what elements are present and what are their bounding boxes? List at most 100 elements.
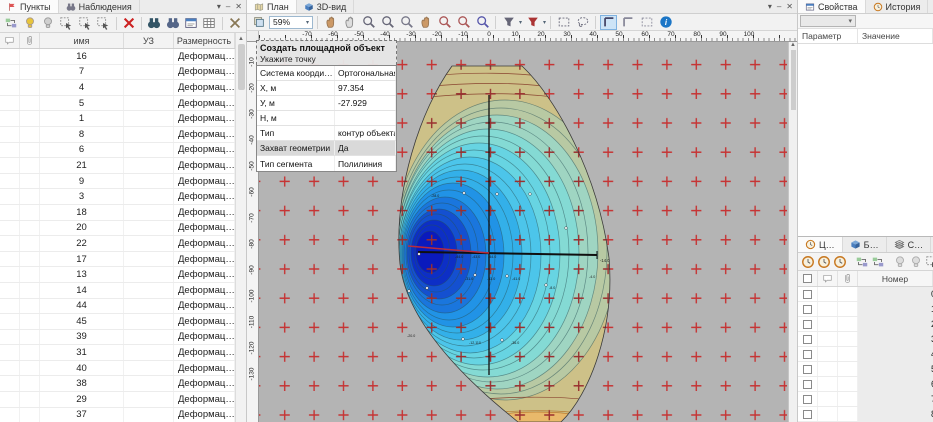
pan-hand-icon[interactable] bbox=[322, 15, 339, 30]
scroll-thumb[interactable] bbox=[238, 44, 245, 90]
column-header-dimension[interactable]: Размерность bbox=[174, 33, 235, 48]
minimize-button[interactable]: – bbox=[777, 2, 781, 11]
tab-history[interactable]: История bbox=[866, 0, 929, 13]
tab-plan[interactable]: План bbox=[247, 0, 297, 13]
column-header-parameter[interactable]: Параметр bbox=[798, 29, 858, 43]
tab-blocks[interactable]: Б… bbox=[843, 237, 887, 252]
table-row[interactable]: 45 Деформац… bbox=[0, 314, 235, 330]
select-cursor-icon[interactable] bbox=[95, 16, 111, 31]
table-row[interactable]: 8 Деформац… bbox=[0, 127, 235, 143]
table-row[interactable]: 20 Деформац… bbox=[0, 221, 235, 237]
frame-icon[interactable] bbox=[638, 15, 655, 30]
row-checkbox[interactable] bbox=[798, 407, 818, 421]
form-icon[interactable] bbox=[183, 16, 199, 31]
table-row[interactable]: 38 Деформац… bbox=[0, 376, 235, 392]
rect-select-icon[interactable] bbox=[555, 15, 572, 30]
filter-icon[interactable] bbox=[500, 15, 517, 30]
table-row[interactable]: 40 Деформац… bbox=[0, 361, 235, 377]
row-checkbox[interactable] bbox=[798, 287, 818, 301]
layers-icon[interactable] bbox=[250, 15, 267, 30]
table-row[interactable]: 18 Деформац… bbox=[0, 205, 235, 221]
column-header-name[interactable]: имя bbox=[40, 33, 124, 48]
cycle-row[interactable]: 2 bbox=[798, 317, 933, 332]
cycle-row[interactable]: 8 bbox=[798, 407, 933, 422]
popup-field-row[interactable]: Захват геометрии Да bbox=[257, 141, 396, 156]
tab-cycles[interactable]: Ц… bbox=[798, 237, 843, 252]
popup-field-value[interactable]: -27.929 bbox=[335, 96, 396, 110]
zoom-window-icon[interactable] bbox=[398, 15, 415, 30]
popup-field-row[interactable]: Система коорди… Ортогональная bbox=[257, 66, 396, 81]
clock-edit-icon[interactable] bbox=[817, 254, 831, 269]
ortho-mode-icon[interactable] bbox=[600, 15, 617, 30]
close-button[interactable]: ✕ bbox=[235, 2, 242, 11]
popup-field-row[interactable]: У, м -27.929 bbox=[257, 96, 396, 111]
table-row[interactable]: 22 Деформац… bbox=[0, 236, 235, 252]
table-row[interactable]: 6 Деформац… bbox=[0, 143, 235, 159]
table-row[interactable]: 31 Деформац… bbox=[0, 345, 235, 361]
select-add-icon[interactable] bbox=[925, 254, 933, 269]
table-row[interactable]: 16 Деформац… bbox=[0, 49, 235, 65]
table-row[interactable]: 14 Деформац… bbox=[0, 283, 235, 299]
row-checkbox[interactable] bbox=[798, 302, 818, 316]
cycle-row[interactable]: 1 bbox=[798, 302, 933, 317]
popup-field-row[interactable]: Тип сегмента Полилиния bbox=[257, 156, 396, 171]
paperclip-icon[interactable] bbox=[838, 271, 858, 286]
table-row[interactable]: 5 Деформац… bbox=[0, 96, 235, 112]
clock-add-icon[interactable] bbox=[801, 254, 815, 269]
info-icon[interactable] bbox=[657, 15, 674, 30]
cycle-row[interactable]: 6 bbox=[798, 377, 933, 392]
column-header-value[interactable]: Значение bbox=[858, 29, 933, 43]
popup-field-value[interactable]: контур объекта bbox=[335, 126, 396, 140]
bulb-on-icon[interactable] bbox=[21, 16, 37, 31]
bulb-off-icon[interactable] bbox=[40, 16, 56, 31]
angle-mode-icon[interactable] bbox=[619, 15, 636, 30]
cycle-row[interactable]: 5 bbox=[798, 362, 933, 377]
zoom-selected-icon[interactable] bbox=[436, 15, 453, 30]
table-icon[interactable] bbox=[201, 16, 217, 31]
delete-icon[interactable] bbox=[121, 16, 137, 31]
row-checkbox[interactable] bbox=[798, 392, 818, 406]
zoom-out-icon[interactable] bbox=[360, 15, 377, 30]
filter-active-icon[interactable] bbox=[524, 15, 541, 30]
zoom-all-icon[interactable] bbox=[474, 15, 491, 30]
zoom-in-icon[interactable] bbox=[379, 15, 396, 30]
scroll-up-icon[interactable]: ▲ bbox=[790, 42, 796, 48]
binoculars-icon[interactable] bbox=[146, 16, 162, 31]
scroll-up-icon[interactable]: ▲ bbox=[238, 33, 244, 44]
cycle-row[interactable]: 7 bbox=[798, 392, 933, 407]
table-row[interactable]: 7 Деформац… bbox=[0, 65, 235, 81]
table-row[interactable]: 3 Деформац… bbox=[0, 189, 235, 205]
menu-arrow-button[interactable]: ▾ bbox=[768, 2, 772, 11]
row-checkbox[interactable] bbox=[798, 377, 818, 391]
table-row[interactable]: 9 Деформац… bbox=[0, 174, 235, 190]
zoom-previous-icon[interactable] bbox=[455, 15, 472, 30]
comment-icon[interactable] bbox=[0, 33, 20, 48]
comment-icon[interactable] bbox=[818, 271, 838, 286]
cycle-row[interactable]: 3 bbox=[798, 332, 933, 347]
table-row[interactable]: 29 Деформац… bbox=[0, 392, 235, 408]
cycle-row[interactable]: 4 bbox=[798, 347, 933, 362]
popup-field-value[interactable]: Да bbox=[335, 141, 396, 155]
table-row[interactable]: 39 Деформац… bbox=[0, 330, 235, 346]
row-checkbox[interactable] bbox=[798, 347, 818, 361]
table-row[interactable]: 4 Деформац… bbox=[0, 80, 235, 96]
select-all-checkbox-icon[interactable] bbox=[798, 271, 818, 286]
bulb-off-icon[interactable] bbox=[909, 254, 923, 269]
link-icon[interactable] bbox=[3, 16, 19, 31]
popup-field-row[interactable]: X, м 97.354 bbox=[257, 81, 396, 96]
popup-field-row[interactable]: Тип контур объекта bbox=[257, 126, 396, 141]
tools-icon[interactable] bbox=[227, 16, 243, 31]
paperclip-icon[interactable] bbox=[20, 33, 40, 48]
minimize-button[interactable]: – bbox=[226, 2, 230, 11]
chevron-down-icon[interactable]: ▾ bbox=[519, 19, 522, 26]
points-table-scrollbar[interactable]: ▲ bbox=[235, 33, 246, 422]
row-checkbox[interactable] bbox=[798, 317, 818, 331]
popup-field-value[interactable]: Ортогональная bbox=[335, 66, 396, 80]
tab-layers-list[interactable]: С… bbox=[887, 237, 932, 252]
table-row[interactable]: 13 Деформац… bbox=[0, 267, 235, 283]
tab-points[interactable]: Пункты bbox=[0, 0, 59, 13]
transfer-icon[interactable] bbox=[855, 254, 869, 269]
popup-field-value[interactable]: Полилиния bbox=[335, 156, 396, 171]
select-add-icon[interactable] bbox=[58, 16, 74, 31]
tab-properties[interactable]: Свойства bbox=[798, 0, 866, 13]
